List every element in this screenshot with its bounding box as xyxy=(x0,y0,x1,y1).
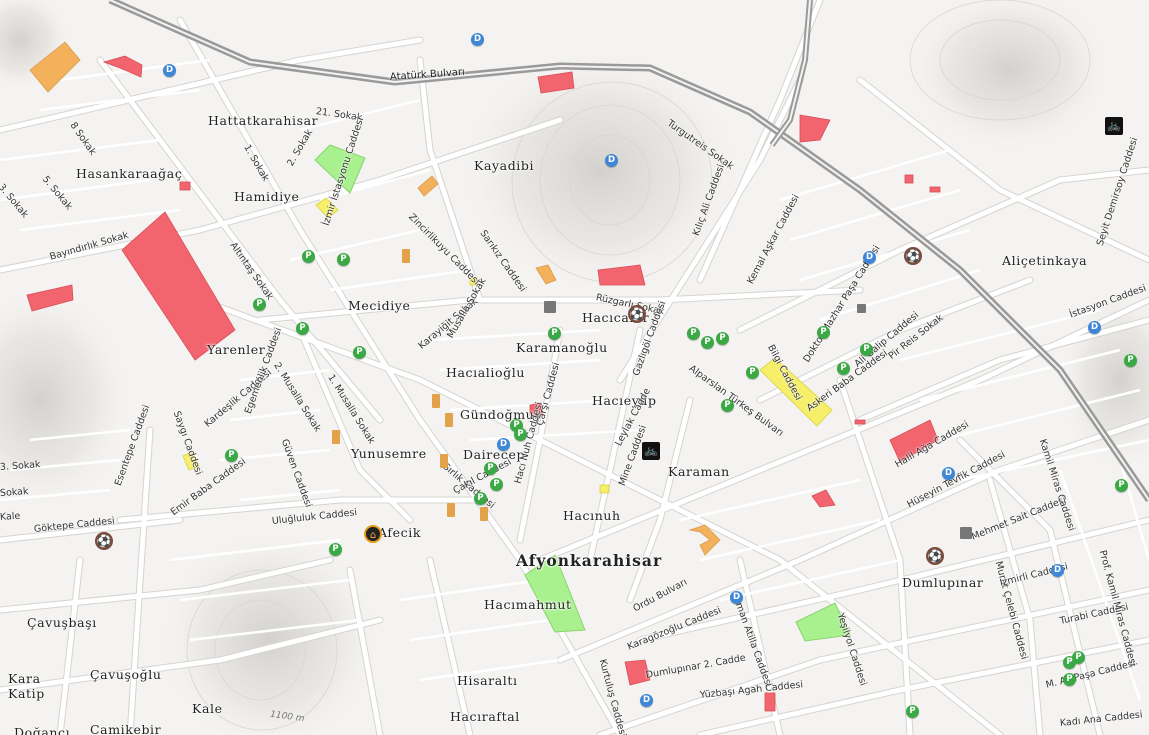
transit-pin[interactable]: D xyxy=(863,251,876,264)
bicycle-icon[interactable]: 🚲 xyxy=(642,442,660,460)
parking-pin[interactable]: P xyxy=(474,492,487,505)
parking-pin[interactable]: P xyxy=(906,705,919,718)
transit-pin[interactable]: D xyxy=(730,591,743,604)
parking-pin[interactable]: P xyxy=(701,336,714,349)
stadium-icon[interactable]: ⚽ xyxy=(628,305,646,323)
parking-pin[interactable]: P xyxy=(716,332,729,345)
mosque-icon[interactable] xyxy=(544,301,556,313)
monument-icon[interactable] xyxy=(332,430,340,444)
parking-pin[interactable]: P xyxy=(1063,673,1076,686)
place-label: Doğancı xyxy=(14,725,71,735)
place-label: Hamidiye xyxy=(234,189,300,204)
parking-pin[interactable]: P xyxy=(817,326,830,339)
place-label: Karaman xyxy=(668,464,730,479)
museum-icon[interactable]: ⌂ xyxy=(364,525,382,543)
parking-pin[interactable]: P xyxy=(687,327,700,340)
parking-pin[interactable]: P xyxy=(296,322,309,335)
place-label: Çavuşoğlu xyxy=(90,667,162,682)
place-label: Çavuşbaşı xyxy=(27,615,97,630)
parking-pin[interactable]: P xyxy=(337,253,350,266)
transit-pin[interactable]: D xyxy=(605,154,618,167)
mosque-icon[interactable] xyxy=(960,527,972,539)
place-label: Afyonkarahisar xyxy=(516,551,663,570)
place-label: Mecidiye xyxy=(348,298,411,313)
place-label: Hacınuh xyxy=(563,508,621,523)
parking-pin[interactable]: P xyxy=(329,543,342,556)
street-label: Kale xyxy=(0,510,21,523)
monument-icon[interactable] xyxy=(402,249,410,263)
parking-pin[interactable]: P xyxy=(225,449,238,462)
parking-pin[interactable]: P xyxy=(746,366,759,379)
place-label: Camikebir xyxy=(90,722,162,735)
parking-pin[interactable]: P xyxy=(302,250,315,263)
place-label: Hacıraftal xyxy=(450,709,520,724)
parking-pin[interactable]: P xyxy=(1124,354,1137,367)
bicycle-icon[interactable]: 🚲 xyxy=(1105,117,1123,135)
parking-pin[interactable]: P xyxy=(837,362,850,375)
parking-pin[interactable]: P xyxy=(353,346,366,359)
place-label: Kale xyxy=(192,701,223,716)
place-label: Kayadibi xyxy=(474,158,535,173)
transit-pin[interactable]: D xyxy=(163,64,176,77)
parking-pin[interactable]: P xyxy=(484,462,497,475)
parking-pin[interactable]: P xyxy=(514,428,527,441)
place-label: Hasankaraağaç xyxy=(76,166,183,181)
parking-pin[interactable]: P xyxy=(490,478,503,491)
place-label: Dumlupınar xyxy=(902,575,984,590)
place-label: Yunusemre xyxy=(351,446,427,461)
parking-pin[interactable]: P xyxy=(548,327,561,340)
place-label: Dairecep xyxy=(463,447,526,462)
transit-pin[interactable]: D xyxy=(471,33,484,46)
place-label: Hisaraltı xyxy=(457,673,518,688)
place-label: Hacımahmut xyxy=(484,597,572,612)
stadium-icon[interactable]: ⚽ xyxy=(926,547,944,565)
place-label: Hacıalioğlu xyxy=(446,365,525,380)
parking-pin[interactable]: P xyxy=(860,343,873,356)
parking-pin[interactable]: P xyxy=(721,399,734,412)
transit-pin[interactable]: D xyxy=(497,438,510,451)
transit-pin[interactable]: D xyxy=(640,694,653,707)
monument-icon[interactable] xyxy=(440,454,448,468)
map-canvas[interactable]: Afyonkarahisar Hattatkarahisar Hasankara… xyxy=(0,0,1149,735)
transit-pin[interactable]: D xyxy=(1088,321,1101,334)
place-label: Hattatkarahisar xyxy=(208,113,319,128)
stadium-icon[interactable]: ⚽ xyxy=(95,532,113,550)
transit-pin[interactable]: D xyxy=(1051,564,1064,577)
monument-icon[interactable] xyxy=(447,503,455,517)
place-label: Afecik xyxy=(378,525,422,540)
place-label: Yarenler xyxy=(207,342,266,357)
stadium-icon[interactable]: ⚽ xyxy=(904,247,922,265)
place-label: Kara Katip xyxy=(8,671,45,701)
parking-pin[interactable]: P xyxy=(1115,479,1128,492)
monument-icon[interactable] xyxy=(445,413,453,427)
transit-pin[interactable]: D xyxy=(942,467,955,480)
parking-pin[interactable]: P xyxy=(1063,656,1076,669)
mosque-icon[interactable] xyxy=(857,304,866,313)
place-label: Aliçetinkaya xyxy=(1002,253,1088,268)
place-label: Karamanoğlu xyxy=(516,340,608,355)
map-base-layer xyxy=(0,0,1149,735)
street-label: Sokak xyxy=(0,486,29,499)
monument-icon[interactable] xyxy=(432,394,440,408)
monument-icon[interactable] xyxy=(480,507,488,521)
parking-pin[interactable]: P xyxy=(253,298,266,311)
